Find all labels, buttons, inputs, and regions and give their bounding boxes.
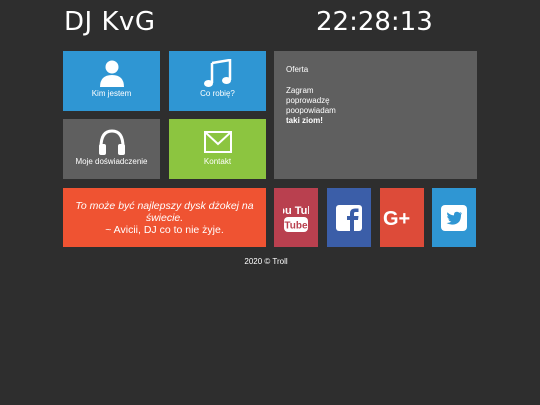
offer-line: poprowadzę <box>286 96 330 105</box>
site-brand: DJ KvG <box>64 7 156 37</box>
tile-kontakt[interactable]: Kontakt <box>169 119 266 179</box>
youtube-link[interactable]: You Tube Tube <box>274 188 318 247</box>
tile-moje-doswiadczenie[interactable]: Moje doświadczenie <box>63 119 160 179</box>
svg-text:Tube: Tube <box>284 220 308 231</box>
offer-panel: Oferta Zagram poprowadzę poopowiadam tak… <box>274 51 477 179</box>
google-plus-icon: G+ <box>380 188 424 247</box>
footer-text: 2020 © Troll <box>244 257 288 266</box>
headphones-icon <box>63 127 160 157</box>
twitter-link[interactable] <box>432 188 476 247</box>
quote-text: To może być najlepszy dysk dżokej na świ… <box>75 200 254 224</box>
tile-label: Moje doświadczenie <box>75 157 148 166</box>
user-icon <box>63 59 160 89</box>
offer-line-bold: taki ziom! <box>286 116 323 125</box>
quote-author: ~ Avicii, DJ co to nie żyje. <box>105 224 224 236</box>
quote-box: To może być najlepszy dysk dżokej na świ… <box>63 188 266 247</box>
music-note-icon <box>169 59 266 89</box>
offer-line: poopowiadam <box>286 106 336 115</box>
offer-title: Oferta <box>286 65 309 74</box>
youtube-icon: You Tube Tube <box>274 188 318 247</box>
envelope-icon <box>169 127 266 157</box>
tile-label: Co robię? <box>200 89 235 98</box>
google-plus-link[interactable]: G+ <box>380 188 424 247</box>
offer-line: Zagram <box>286 86 314 95</box>
tile-co-robie[interactable]: Co robię? <box>169 51 266 111</box>
clock: 22:28:13 <box>316 7 433 37</box>
facebook-link[interactable] <box>327 188 371 247</box>
tile-label: Kontakt <box>203 157 232 166</box>
facebook-icon <box>327 188 371 247</box>
tile-kim-jestem[interactable]: Kim jestem <box>63 51 160 111</box>
twitter-icon <box>432 188 476 247</box>
youtube-icon-you: You Tube <box>283 205 309 217</box>
tile-label: Kim jestem <box>91 89 132 98</box>
google-plus-text: G+ <box>383 208 410 230</box>
